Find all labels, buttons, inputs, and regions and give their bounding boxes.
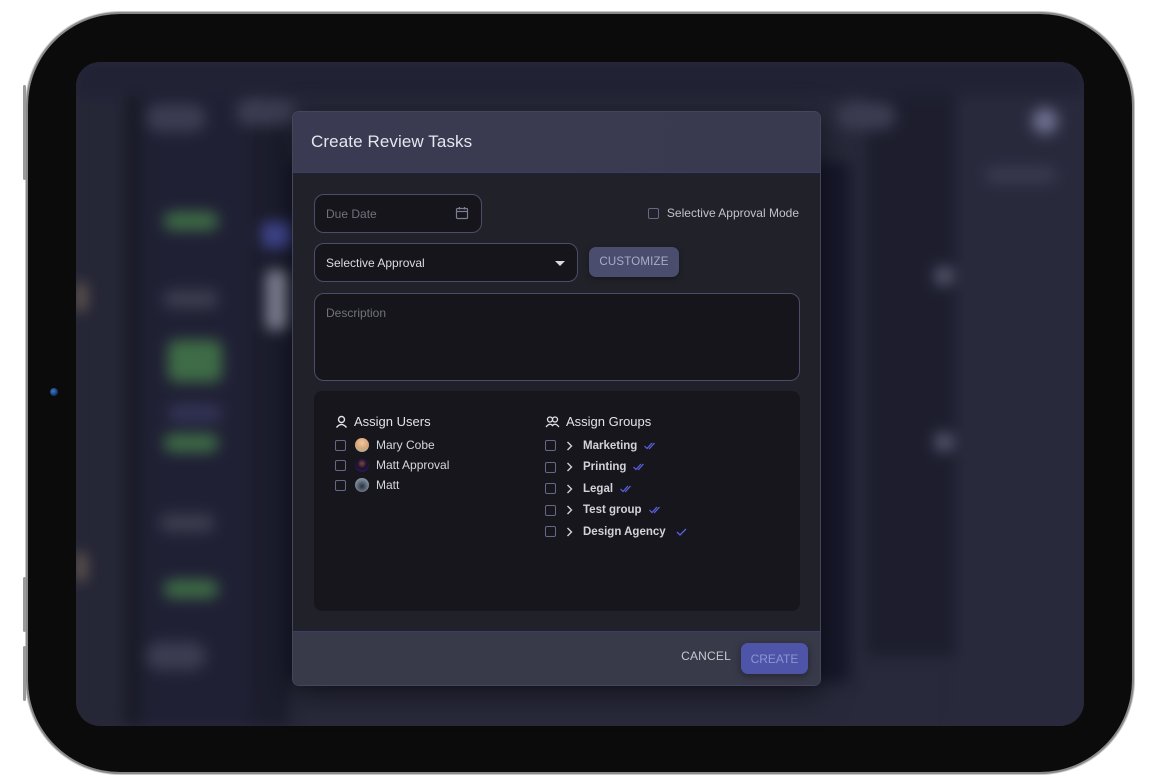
group-checkbox[interactable] — [545, 504, 556, 516]
create-review-tasks-dialog: Create Review Tasks Due Date Selective A… — [292, 111, 821, 686]
approval-type-value: Selective Approval — [326, 256, 425, 270]
approval-type-select[interactable]: Selective Approval — [314, 243, 578, 282]
user-checkbox[interactable] — [335, 439, 346, 451]
cancel-button[interactable]: CANCEL — [681, 649, 731, 663]
assign-groups-section: Assign Groups Marketing Printing Legal T… — [545, 413, 689, 543]
selective-approval-mode-toggle[interactable]: Selective Approval Mode — [647, 206, 799, 220]
group-row-design-agency[interactable]: Design Agency — [545, 521, 689, 543]
volume-down-button — [23, 646, 26, 701]
assign-users-heading: Assign Users — [335, 413, 449, 429]
dialog-title: Create Review Tasks — [311, 132, 473, 151]
double-check-icon — [648, 506, 660, 514]
description-textarea[interactable]: Description — [314, 293, 800, 381]
double-check-icon — [633, 463, 645, 471]
assignment-panel: Assign Users Mary Cobe Matt Approval Mat… — [314, 391, 800, 611]
group-checkbox[interactable] — [545, 483, 556, 495]
check-icon — [676, 528, 687, 536]
due-date-field[interactable]: Due Date — [314, 194, 482, 233]
assign-groups-heading: Assign Groups — [545, 413, 689, 429]
group-name: Legal — [583, 482, 614, 495]
chevron-right-icon[interactable] — [565, 505, 574, 515]
selective-approval-mode-label: Selective Approval Mode — [666, 206, 799, 220]
create-button[interactable]: CREATE — [741, 643, 808, 674]
assign-groups-label: Assign Groups — [566, 413, 652, 429]
double-check-icon — [644, 442, 656, 450]
dialog-body: Due Date Selective Approval Mode Selecti… — [293, 173, 820, 632]
chevron-right-icon[interactable] — [565, 527, 574, 537]
calendar-icon[interactable] — [455, 206, 469, 220]
user-name: Mary Cobe — [376, 438, 435, 452]
user-checkbox[interactable] — [335, 459, 346, 471]
group-name: Test group — [583, 504, 642, 517]
assign-users-section: Assign Users Mary Cobe Matt Approval Mat… — [335, 413, 449, 495]
double-check-icon — [620, 485, 631, 493]
group-row-legal[interactable]: Legal — [545, 478, 689, 500]
due-date-placeholder: Due Date — [326, 207, 377, 221]
chevron-right-icon[interactable] — [565, 441, 574, 451]
user-row-matt-approval[interactable]: Matt Approval — [335, 455, 449, 475]
user-name: Matt Approval — [376, 458, 450, 472]
group-name: Printing — [583, 461, 627, 474]
volume-up-button — [23, 577, 26, 632]
user-name: Matt — [376, 478, 400, 492]
group-name: Design Agency — [583, 525, 666, 538]
group-name: Marketing — [583, 439, 638, 452]
dialog-header: Create Review Tasks — [293, 112, 820, 173]
user-row-mary-cobe[interactable]: Mary Cobe — [335, 435, 449, 455]
users-icon — [545, 415, 560, 427]
group-row-marketing[interactable]: Marketing — [545, 435, 689, 457]
avatar — [355, 458, 369, 472]
caret-down-icon — [555, 261, 565, 266]
description-placeholder: Description — [326, 306, 387, 320]
chevron-right-icon[interactable] — [565, 484, 574, 494]
avatar — [355, 438, 369, 452]
dialog-footer: CANCEL CREATE — [293, 631, 820, 685]
avatar — [355, 478, 369, 492]
customize-button[interactable]: CUSTOMIZE — [589, 247, 679, 277]
user-row-matt[interactable]: Matt — [335, 475, 449, 495]
selective-approval-mode-checkbox[interactable] — [647, 207, 659, 219]
front-camera — [50, 388, 58, 396]
group-row-test-group[interactable]: Test group — [545, 500, 689, 522]
group-row-printing[interactable]: Printing — [545, 457, 689, 479]
chevron-right-icon[interactable] — [565, 462, 574, 472]
assign-users-label: Assign Users — [354, 413, 431, 429]
user-checkbox[interactable] — [335, 479, 346, 491]
user-icon — [335, 415, 348, 428]
group-checkbox[interactable] — [545, 440, 556, 452]
group-checkbox[interactable] — [545, 526, 556, 538]
group-checkbox[interactable] — [545, 461, 556, 473]
side-button-top — [23, 85, 26, 180]
